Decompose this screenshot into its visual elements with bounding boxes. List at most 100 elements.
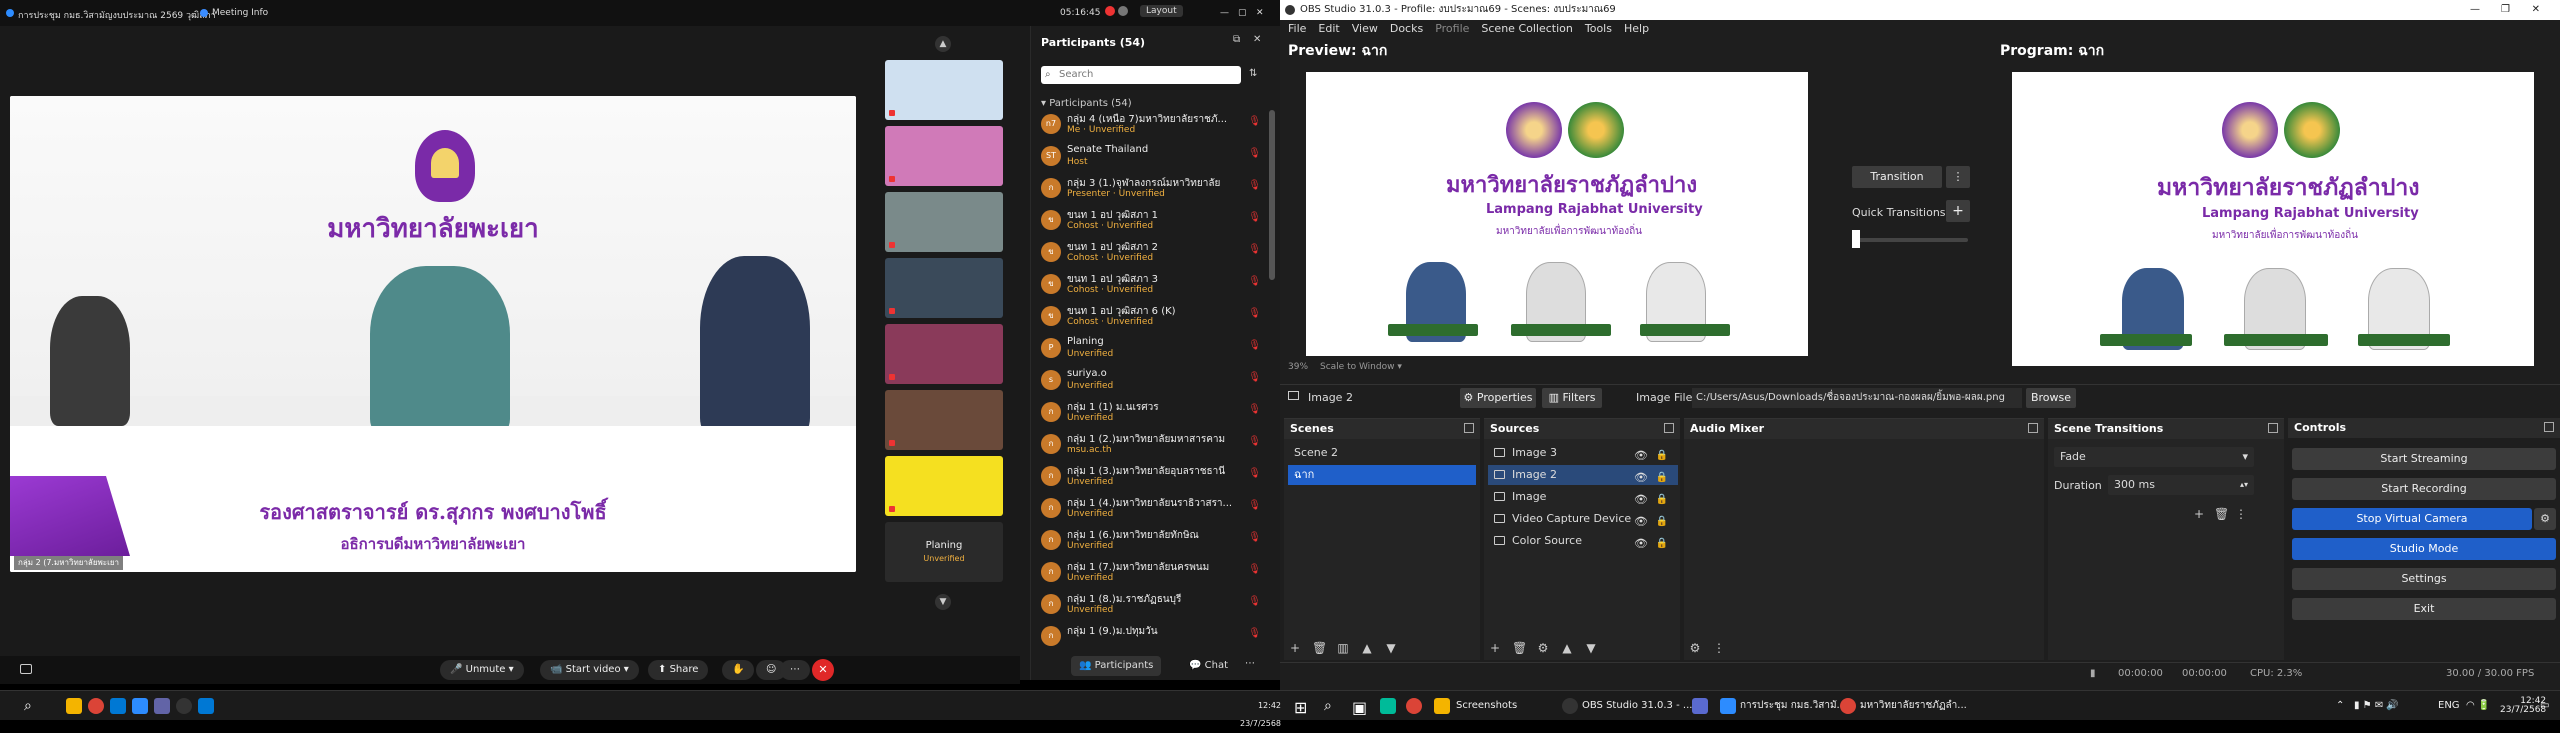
visibility-eye-icon[interactable]: 👁 [1634, 534, 1648, 554]
participant-row[interactable]: ก กลุ่ม 1 (4.)มหาวิทยาลัยนราธิวาสรา... U… [1037, 494, 1267, 526]
participant-row[interactable]: ก กลุ่ม 3 (1.)จุฬาลงกรณ์มหาวิทยาลัย Pres… [1037, 174, 1267, 206]
duration-input[interactable]: 300 ms ▴▾ [2108, 475, 2254, 495]
minimize-icon[interactable]: — [2470, 0, 2480, 20]
source-item[interactable]: Image 3 👁 🔒 [1488, 443, 1678, 463]
move-down-icon[interactable]: ▼ [1584, 641, 1598, 655]
visibility-eye-icon[interactable]: 👁 [1634, 512, 1648, 532]
mic-muted-icon[interactable]: 🎙 [1248, 404, 1261, 415]
share-button[interactable]: ⬆ Share [648, 660, 709, 680]
transition-slider-track[interactable] [1854, 238, 1968, 242]
mic-muted-icon[interactable]: 🎙 [1248, 564, 1261, 575]
gallery-tile[interactable] [885, 324, 1003, 384]
visibility-eye-icon[interactable]: 👁 [1634, 468, 1648, 488]
taskbar-item-screenshots[interactable]: Screenshots [1456, 697, 1517, 715]
participant-row[interactable]: P Planing Unverified 🎙 [1037, 334, 1267, 366]
add-transition-icon[interactable]: + [2192, 507, 2206, 521]
task-view-icon[interactable]: ▣ [1352, 698, 1368, 717]
source-item[interactable]: Video Capture Device 👁 🔒 [1488, 509, 1678, 529]
advanced-audio-icon[interactable]: ⚙ [1688, 641, 1702, 655]
close-icon[interactable]: ✕ [1256, 8, 1264, 18]
mic-muted-icon[interactable]: 🎙 [1248, 116, 1261, 127]
participants-tab-button[interactable]: 👥 Participants [1071, 656, 1162, 676]
maximize-icon[interactable]: ▢ [1238, 8, 1247, 18]
obs-icon[interactable] [1562, 698, 1578, 714]
participant-row[interactable]: ก กลุ่ม 1 (7.)มหาวิทยาลัยนครพนม Unverifi… [1037, 558, 1267, 590]
raise-hand-button[interactable]: ✋ [722, 660, 755, 680]
transition-menu-icon[interactable]: ⋮ [2234, 507, 2248, 521]
explorer-icon[interactable] [66, 698, 82, 714]
menu-tools[interactable]: Tools [1585, 22, 1612, 35]
menu-help[interactable]: Help [1624, 22, 1649, 35]
chrome-icon[interactable] [88, 698, 104, 714]
gallery-tile[interactable] [885, 60, 1003, 120]
stop-virtual-camera-button[interactable]: Stop Virtual Camera [2292, 508, 2532, 530]
dock-float-icon[interactable] [2544, 422, 2554, 432]
scene-filters-icon[interactable]: ▥ [1336, 641, 1350, 655]
source-properties-icon[interactable]: ⚙ [1536, 641, 1550, 655]
preview-canvas[interactable]: มหาวิทยาลัยราชภัฏลำปาง Lampang Rajabhat … [1306, 72, 1808, 356]
participant-row[interactable]: ก กลุ่ม 1 (9.)ม.ปทุมวัน 🎙 [1037, 622, 1267, 650]
dock-float-icon[interactable] [2028, 423, 2038, 433]
scene-item[interactable]: ฉาก [1288, 465, 1476, 485]
participant-row[interactable]: s suriya.o Unverified 🎙 [1037, 366, 1267, 398]
virtual-camera-settings-icon[interactable]: ⚙ [2534, 508, 2556, 530]
remove-scene-icon[interactable]: 🗑 [1312, 641, 1327, 655]
panel-close-icon[interactable]: ✕ [1253, 34, 1261, 45]
mic-muted-icon[interactable]: 🎙 [1248, 532, 1261, 543]
menu-edit[interactable]: Edit [1318, 22, 1339, 35]
start-recording-button[interactable]: Start Recording [2292, 478, 2556, 500]
lock-icon[interactable]: 🔒 [1656, 446, 1668, 466]
source-item[interactable]: Image 2 👁 🔒 [1488, 465, 1678, 485]
participant-row[interactable]: ก กลุ่ม 1 (2.)มหาวิทยาลัยมหาสารคาม msu.a… [1037, 430, 1267, 462]
filters-button[interactable]: ▥ Filters [1542, 388, 1602, 408]
browse-button[interactable]: Browse [2026, 388, 2076, 408]
app-icon[interactable] [1692, 698, 1708, 714]
taskbar-item-chrome[interactable]: มหาวิทยาลัยราชภัฏลำ... [1860, 697, 1967, 715]
visibility-eye-icon[interactable]: 👁 [1634, 490, 1648, 510]
participant-row[interactable]: ข ขนท 1 อป วุฒิสภา 1 Cohost · Unverified… [1037, 206, 1267, 238]
menu-view[interactable]: View [1352, 22, 1378, 35]
teams-icon[interactable] [154, 698, 170, 714]
mic-muted-icon[interactable]: 🎙 [1248, 340, 1261, 351]
add-source-icon[interactable]: + [1488, 641, 1502, 655]
transition-slider-handle[interactable] [1852, 230, 1860, 248]
mic-muted-icon[interactable]: 🎙 [1248, 148, 1261, 159]
move-up-icon[interactable]: ▲ [1360, 641, 1374, 655]
participants-scrollbar[interactable] [1269, 110, 1275, 280]
visibility-eye-icon[interactable]: 👁 [1634, 446, 1648, 466]
tray-chevron-icon[interactable]: ⌃ [2336, 697, 2344, 715]
settings-button[interactable]: Settings [2292, 568, 2556, 590]
mic-muted-icon[interactable]: 🎙 [1248, 372, 1261, 383]
menu-docks[interactable]: Docks [1390, 22, 1423, 35]
participant-row[interactable]: ก กลุ่ม 1 (3.)มหาวิทยาลัยอุบลราชธานี Unv… [1037, 462, 1267, 494]
minimize-icon[interactable]: — [1220, 8, 1229, 18]
lock-icon[interactable]: 🔒 [1656, 468, 1668, 488]
mic-muted-icon[interactable]: 🎙 [1248, 436, 1261, 447]
start-streaming-button[interactable]: Start Streaming [2292, 448, 2556, 470]
scroll-up-icon[interactable]: ▲ [935, 36, 951, 52]
outlook-icon[interactable] [110, 698, 126, 714]
wifi-icon[interactable]: ◠ 🔋 [2466, 697, 2490, 715]
language-indicator[interactable]: ENG [2438, 697, 2460, 715]
mic-muted-icon[interactable]: 🎙 [1248, 244, 1261, 255]
taskbar-search-icon[interactable]: ⌕ [1324, 698, 1340, 714]
participant-row[interactable]: ข ขนท 1 อป วุฒิสภา 6 (K) Cohost · Unveri… [1037, 302, 1267, 334]
participant-row[interactable]: ST Senate Thailand Host 🎙 [1037, 142, 1267, 174]
scroll-down-icon[interactable]: ▼ [935, 594, 951, 610]
source-item[interactable]: Color Source 👁 🔒 [1488, 531, 1678, 551]
gallery-tile[interactable] [885, 390, 1003, 450]
menu-scene-collection[interactable]: Scene Collection [1481, 22, 1572, 35]
leave-meeting-icon[interactable]: ✕ [812, 659, 834, 681]
transition-type-select[interactable]: Fade ▾ [2054, 447, 2254, 467]
transition-button[interactable]: Transition [1852, 166, 1942, 188]
participant-row[interactable]: ข ขนท 1 อป วุฒิสภา 3 Cohost · Unverified… [1037, 270, 1267, 302]
dock-float-icon[interactable] [1664, 423, 1674, 433]
zoom-icon[interactable] [132, 698, 148, 714]
sort-icon[interactable]: ⇅ [1249, 68, 1257, 79]
more-button[interactable]: ⋯ [780, 660, 810, 680]
gallery-tile[interactable] [885, 126, 1003, 186]
remove-transition-icon[interactable]: 🗑 [2214, 507, 2229, 521]
menu-profile[interactable]: Profile [1435, 22, 1469, 35]
participants-search-input[interactable]: Search [1041, 66, 1241, 84]
participant-row[interactable]: ข ขนท 1 อป วุฒิสภา 2 Cohost · Unverified… [1037, 238, 1267, 270]
